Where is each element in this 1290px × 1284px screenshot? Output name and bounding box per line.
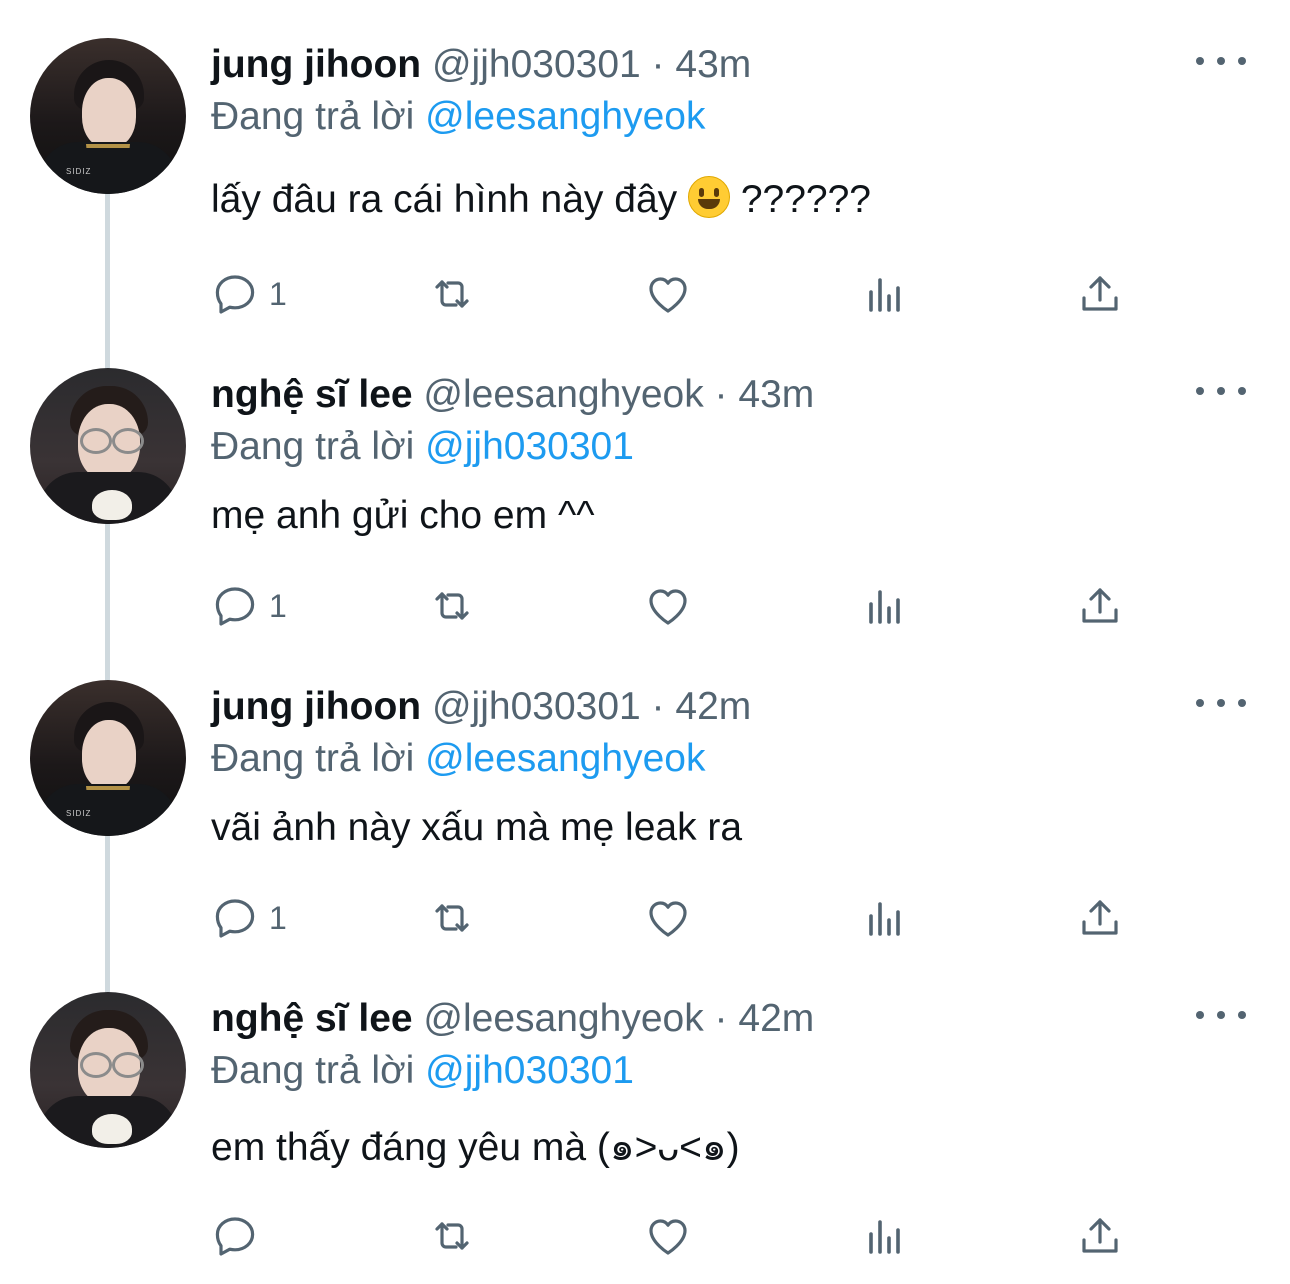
share-button[interactable] (1076, 1206, 1124, 1266)
tweet-actions (0, 1206, 1290, 1266)
mention-link[interactable]: @jjh030301 (425, 425, 634, 468)
tweet-text: mẹ anh gửi cho em ^^ (211, 494, 595, 537)
retweet-icon (435, 592, 469, 620)
display-name[interactable]: nghệ sĩ lee (211, 373, 413, 416)
user-handle[interactable]: @jjh030301 (432, 43, 641, 86)
avatar[interactable]: SIDIZ (30, 38, 186, 194)
share-icon (1082, 1218, 1118, 1253)
replying-to: Đang trả lời @leesanghyeok (211, 95, 706, 138)
share-icon (1082, 276, 1118, 311)
tweet-header: nghệ sĩ lee @leesanghyeok · 43m (211, 372, 814, 418)
replying-to: Đang trả lời @jjh030301 (211, 1049, 634, 1092)
like-button[interactable] (644, 888, 692, 948)
heart-icon (649, 277, 687, 313)
avatar[interactable] (30, 368, 186, 524)
reply-button[interactable] (211, 1206, 269, 1266)
stats-button[interactable] (861, 264, 909, 324)
more-icon[interactable] (1196, 46, 1246, 76)
tweet-text: lấy đâu ra cái hình này đây ?????? (211, 176, 871, 221)
timestamp[interactable]: 42m (738, 997, 814, 1040)
user-handle[interactable]: @jjh030301 (432, 685, 641, 728)
mention-link[interactable]: @leesanghyeok (425, 737, 705, 780)
tweet-actions: 1 (0, 888, 1290, 948)
reply-count: 1 (269, 275, 287, 312)
heart-icon (649, 589, 687, 625)
more-icon[interactable] (1196, 376, 1246, 406)
mention-link[interactable]: @jjh030301 (425, 1049, 634, 1092)
reply-icon (215, 275, 255, 314)
stats-button[interactable] (861, 888, 909, 948)
user-handle[interactable]: @leesanghyeok (423, 997, 703, 1040)
heart-icon (649, 901, 687, 937)
display-name[interactable]: nghệ sĩ lee (211, 997, 413, 1040)
reply-button[interactable]: 1 (211, 576, 287, 636)
retweet-button[interactable] (428, 264, 476, 324)
tweet[interactable]: SIDIZ jung jihoon @jjh030301 · 42m Đang … (0, 642, 1290, 954)
tweet-actions: 1 (0, 576, 1290, 636)
stats-icon (869, 902, 900, 936)
reply-icon (215, 899, 255, 938)
share-icon (1082, 588, 1118, 623)
more-icon[interactable] (1196, 1000, 1246, 1030)
retweet-icon (435, 280, 469, 308)
like-button[interactable] (644, 264, 692, 324)
retweet-icon (435, 904, 469, 932)
share-button[interactable] (1076, 888, 1124, 948)
separator: · (651, 685, 665, 728)
retweet-icon (435, 1222, 469, 1250)
tweet[interactable]: nghệ sĩ lee @leesanghyeok · 43m Đang trả… (0, 330, 1290, 642)
separator: · (714, 997, 728, 1040)
retweet-button[interactable] (428, 576, 476, 636)
reply-icon (215, 1217, 255, 1256)
timestamp[interactable]: 43m (738, 373, 814, 416)
avatar[interactable]: SIDIZ (30, 680, 186, 836)
reply-button[interactable]: 1 (211, 888, 287, 948)
heart-icon (649, 1219, 687, 1255)
display-name[interactable]: jung jihoon (211, 685, 421, 728)
display-name[interactable]: jung jihoon (211, 43, 421, 86)
stats-icon (869, 278, 900, 312)
tweet-actions: 1 (0, 264, 1290, 324)
separator: · (651, 43, 665, 86)
timestamp[interactable]: 43m (675, 43, 751, 86)
user-handle[interactable]: @leesanghyeok (423, 373, 703, 416)
tweet-text: vãi ảnh này xấu mà mẹ leak ra (211, 806, 743, 849)
share-button[interactable] (1076, 264, 1124, 324)
tweet[interactable]: SIDIZ jung jihoon @jjh030301 · 43m Đang … (0, 0, 1290, 314)
reply-count: 1 (269, 587, 287, 624)
retweet-button[interactable] (428, 1206, 476, 1266)
tweet[interactable]: nghệ sĩ lee @leesanghyeok · 42m Đang trả… (0, 954, 1290, 1266)
stats-button[interactable] (861, 1206, 909, 1266)
mention-link[interactable]: @leesanghyeok (425, 95, 705, 138)
tweet-header: jung jihoon @jjh030301 · 43m (211, 42, 751, 88)
avatar[interactable] (30, 992, 186, 1148)
more-icon[interactable] (1196, 688, 1246, 718)
separator: · (714, 373, 728, 416)
stats-icon (869, 590, 900, 624)
replying-to: Đang trả lời @leesanghyeok (211, 737, 706, 780)
reply-count: 1 (269, 899, 287, 936)
tweet-text: em thấy đáng yêu mà (๑>ᴗ<๑) (211, 1126, 740, 1169)
like-button[interactable] (644, 576, 692, 636)
smiley-emoji-icon (687, 176, 730, 218)
timestamp[interactable]: 42m (675, 685, 751, 728)
reply-icon (215, 587, 255, 626)
like-button[interactable] (644, 1206, 692, 1266)
stats-button[interactable] (861, 576, 909, 636)
stats-icon (869, 1220, 900, 1254)
share-button[interactable] (1076, 576, 1124, 636)
replying-to: Đang trả lời @jjh030301 (211, 425, 634, 468)
reply-button[interactable]: 1 (211, 264, 287, 324)
tweet-header: jung jihoon @jjh030301 · 42m (211, 684, 751, 730)
share-icon (1082, 900, 1118, 935)
tweet-header: nghệ sĩ lee @leesanghyeok · 42m (211, 996, 814, 1042)
retweet-button[interactable] (428, 888, 476, 948)
